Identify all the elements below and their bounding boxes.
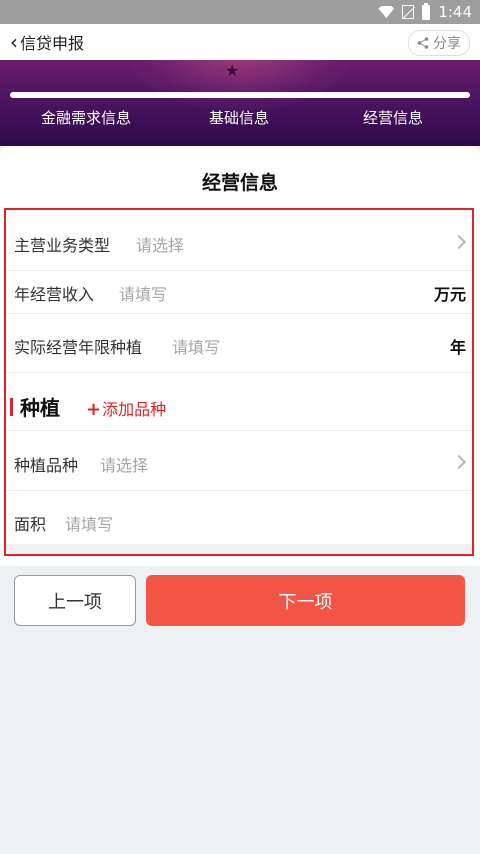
banner-glow (130, 60, 350, 110)
business-info-form: 主营业务类型 请选择 年经营收入 请填写 万元 实际经营年限种植 请填写 年 种… (4, 208, 474, 556)
share-label: 分享 (433, 36, 461, 52)
annual-revenue-row[interactable]: 年经营收入 请填写 万元 (6, 270, 472, 314)
progress-bar (10, 92, 470, 98)
status-icons: 1:44 (378, 2, 472, 22)
annual-revenue-input[interactable]: 请填写 (119, 281, 167, 305)
progress-fill (10, 92, 470, 98)
status-time: 1:44 (438, 3, 472, 21)
chevron-right-icon (451, 454, 467, 470)
progress-banner: ★ 金融需求信息 基础信息 经营信息 (0, 60, 480, 146)
step-basic-info: 基础信息 (209, 109, 270, 127)
planting-group-title: 种植 (20, 396, 60, 420)
top-bar: ‹ 信贷申报 分享 (0, 24, 480, 60)
annual-revenue-label: 年经营收入 (14, 285, 95, 304)
wifi-icon (378, 6, 395, 18)
annual-revenue-unit: 万元 (433, 285, 466, 304)
planting-variety-label: 种植品种 (14, 456, 79, 475)
operating-years-row[interactable]: 实际经营年限种植 请填写 年 (6, 313, 472, 373)
share-button[interactable]: 分享 (408, 30, 470, 56)
star-icon: ★ (225, 61, 240, 80)
back-button[interactable]: ‹ 信贷申报 (10, 30, 84, 54)
chevron-left-icon: ‹ (10, 30, 18, 54)
share-icon (417, 37, 429, 49)
no-sim-icon (402, 5, 415, 19)
status-bar: 1:44 (0, 0, 480, 24)
area-input[interactable]: 请填写 (65, 511, 113, 535)
step-finance-needs: 金融需求信息 (41, 109, 132, 127)
main-business-type-row[interactable]: 主营业务类型 请选择 (6, 210, 472, 271)
previous-button[interactable]: 上一项 (14, 575, 136, 626)
page-title: 信贷申报 (20, 34, 85, 53)
section-title: 经营信息 (201, 172, 278, 194)
main-business-type-select[interactable]: 请选择 (136, 232, 184, 256)
planting-variety-row[interactable]: 种植品种 请选择 (6, 431, 472, 491)
add-variety-label: 添加品种 (102, 400, 167, 419)
planting-variety-select[interactable]: 请选择 (100, 452, 148, 476)
add-variety-button[interactable]: +添加品种 (86, 396, 166, 420)
operating-years-unit: 年 (449, 338, 466, 357)
operating-years-input[interactable]: 请填写 (172, 334, 220, 358)
operating-years-label: 实际经营年限种植 (14, 338, 143, 357)
group-accent-bar (10, 398, 13, 416)
area-row[interactable]: 面积 请填写 (6, 491, 472, 548)
plus-icon: + (86, 399, 102, 420)
chevron-right-icon (451, 234, 467, 250)
planting-group-header: 种植 +添加品种 (6, 372, 472, 431)
area-label: 面积 (14, 515, 47, 534)
step-business-info: 经营信息 (363, 109, 424, 127)
form-card: 经营信息 主营业务类型 请选择 年经营收入 请填写 万元 实际经营年限种植 请填… (0, 146, 480, 566)
main-business-type-label: 主营业务类型 (14, 236, 111, 255)
step-labels: 金融需求信息 基础信息 经营信息 (0, 107, 480, 131)
battery-icon (422, 2, 431, 20)
next-button[interactable]: 下一项 (146, 575, 465, 626)
